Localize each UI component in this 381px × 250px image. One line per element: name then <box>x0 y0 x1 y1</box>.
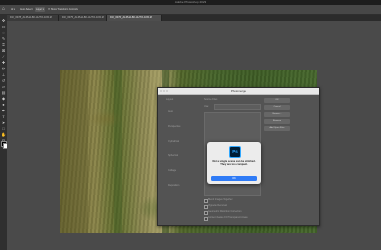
marquee-icon[interactable]: ▭ <box>1 24 6 29</box>
clone-stamp-icon[interactable]: ⊥ <box>1 72 6 77</box>
quick-select-icon[interactable]: ✎ <box>1 36 6 41</box>
hand-icon[interactable]: ✋ <box>1 132 6 137</box>
source-files-header: Source Files <box>204 98 218 101</box>
image-strip <box>60 70 88 233</box>
show-transform-controls-checkbox[interactable]: ☐ Show Transform Controls <box>48 8 78 11</box>
layout-option[interactable]: Cylindrical <box>168 140 179 143</box>
layout-option[interactable]: Perspective <box>168 125 181 128</box>
healing-icon[interactable]: ✚ <box>1 60 6 65</box>
vignette-removal-label: Vignette Removal <box>208 204 227 207</box>
distortion-correction-label: Geometric Distortion Correction <box>208 210 242 213</box>
alert-ok-button[interactable]: OK <box>211 176 257 181</box>
lasso-icon[interactable]: ◌ <box>1 30 6 35</box>
use-label: Use: <box>204 105 209 108</box>
move-tool-indicator[interactable]: ✥ ▾ <box>11 8 15 11</box>
layout-option[interactable]: Reposition <box>168 184 179 187</box>
auto-select-label[interactable]: Auto-Select: <box>20 8 33 11</box>
blur-icon[interactable]: ◆ <box>1 96 6 101</box>
gradient-icon[interactable]: ▤ <box>1 90 6 95</box>
options-bar: ⌂ ✥ ▾ Auto-Select: Layer ▾ ☐ Show Transf… <box>0 5 381 15</box>
type-icon[interactable]: T <box>1 114 6 119</box>
path-select-icon[interactable]: ➤ <box>1 120 6 125</box>
frame-icon[interactable]: ⊠ <box>1 48 6 53</box>
eyedropper-icon[interactable]: ⁄ <box>1 54 6 59</box>
move-icon[interactable]: ✥ <box>1 18 6 23</box>
alert-message: Not a single scene can be stitched. They… <box>212 160 256 167</box>
cancel-button[interactable]: Cancel <box>264 105 290 110</box>
eraser-icon[interactable]: ▱ <box>1 84 6 89</box>
dialog-title: Photomerge <box>230 89 247 93</box>
remove-button[interactable]: Remove <box>264 119 290 124</box>
use-dropdown[interactable] <box>214 104 261 110</box>
error-alert: Ps Not a single scene can be stitched. T… <box>207 142 261 184</box>
crop-icon[interactable]: ⌗ <box>1 42 6 47</box>
layout-header: Layout <box>166 98 174 101</box>
history-brush-icon[interactable]: ↺ <box>1 78 6 83</box>
blend-images-label: Blend Images Together <box>208 198 233 201</box>
layer-dropdown[interactable]: Layer ▾ <box>35 7 45 12</box>
dialog-titlebar: Photomerge <box>158 88 319 95</box>
pen-icon[interactable]: ✒ <box>1 108 6 113</box>
image-strip <box>114 70 122 233</box>
brush-icon[interactable]: ✏ <box>1 66 6 71</box>
layout-option[interactable]: Spherical <box>168 154 178 157</box>
home-icon[interactable]: ⌂ <box>2 7 7 12</box>
rectangle-icon[interactable]: □ <box>1 126 6 131</box>
dodge-icon[interactable]: ● <box>1 102 6 107</box>
layer-dropdown-value: Layer <box>36 8 42 11</box>
photoshop-app-icon: Ps <box>229 146 241 158</box>
layout-option[interactable]: Auto <box>168 110 173 113</box>
browse-button[interactable]: Browse... <box>264 112 290 117</box>
add-open-files-button[interactable]: Add Open Files <box>264 126 290 131</box>
ok-button[interactable]: OK <box>264 98 290 103</box>
show-transform-controls-label: Show Transform Controls <box>50 8 78 11</box>
content-aware-fill-label: Content Aware Fill Transparent Areas <box>208 216 248 219</box>
layout-option[interactable]: Collage <box>168 169 176 172</box>
